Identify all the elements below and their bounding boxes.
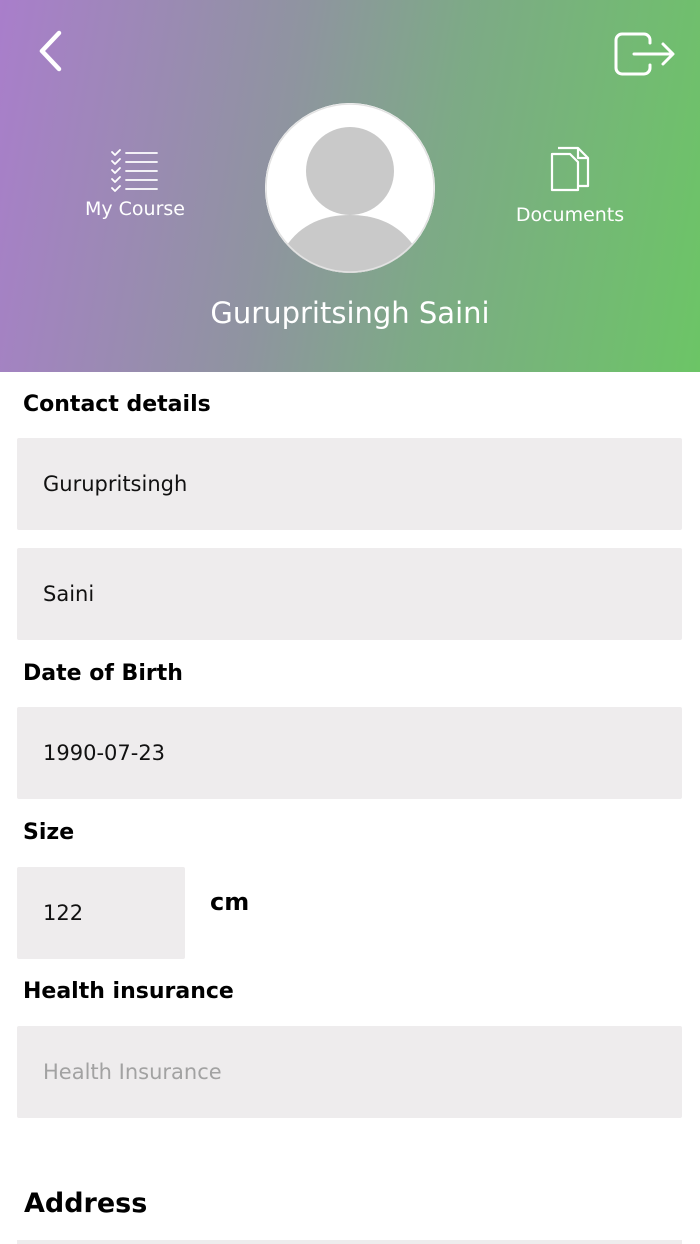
address-field-edge[interactable] [17, 1240, 682, 1244]
last-name-field[interactable]: Saini [17, 548, 682, 640]
user-placeholder-icon [265, 103, 435, 273]
date-of-birth-title: Date of Birth [23, 661, 183, 686]
address-title: Address [24, 1188, 148, 1219]
logout-button[interactable] [610, 30, 680, 80]
user-name: Gurupritsingh Saini [210, 296, 490, 330]
avatar[interactable] [265, 103, 435, 273]
contact-details-title: Contact details [23, 392, 211, 417]
chevron-left-icon [39, 30, 62, 72]
size-title: Size [23, 820, 75, 845]
first-name-field[interactable]: Gurupritsingh [17, 438, 682, 530]
documents-button[interactable]: Documents [500, 146, 640, 226]
health-insurance-title: Health insurance [23, 979, 234, 1004]
my-course-label: My Course [84, 198, 185, 220]
health-insurance-field[interactable]: Health Insurance [17, 1026, 682, 1118]
size-field[interactable]: 122 [17, 867, 185, 959]
logout-icon [614, 32, 675, 76]
my-course-button[interactable]: My Course [70, 148, 200, 220]
checklist-icon [111, 149, 158, 192]
profile-header: My Course Documents Gurupritsingh Saini [0, 0, 700, 372]
back-button[interactable] [28, 26, 76, 78]
documents-icon [550, 146, 590, 192]
documents-label: Documents [515, 204, 625, 226]
size-unit: cm [210, 888, 250, 916]
date-of-birth-field[interactable]: 1990-07-23 [17, 707, 682, 799]
